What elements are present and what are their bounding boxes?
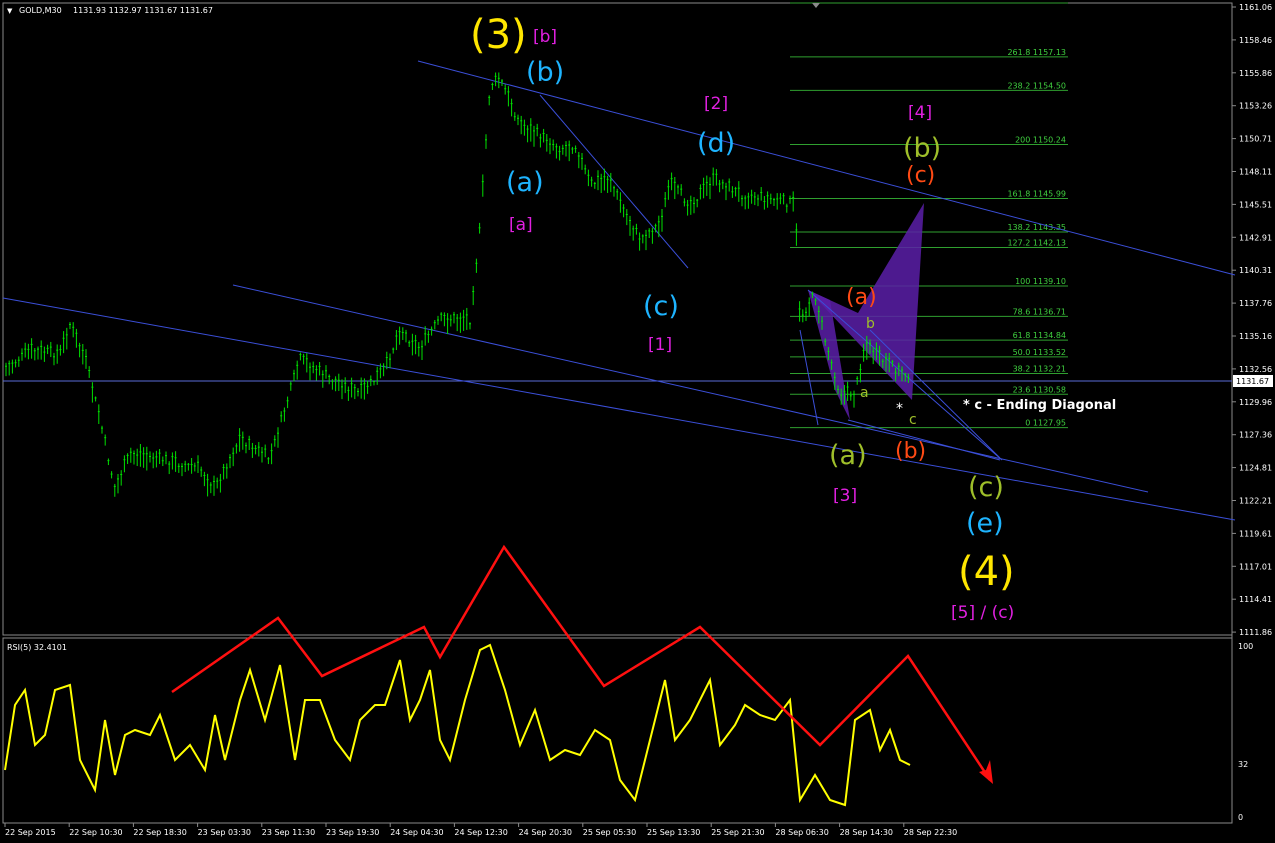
price-axis-label: 1155.86 xyxy=(1239,69,1272,78)
wave-c-small-label: c xyxy=(909,412,917,428)
fib-level-label: 38.2 1132.21 xyxy=(1013,365,1066,374)
time-axis: 22 Sep 2015 22 Sep 10:30 22 Sep 18:30 23 Se… xyxy=(4,823,957,837)
price-axis-label: 1119.61 xyxy=(1239,529,1272,538)
time-axis-label: 25 Sep 13:30 xyxy=(647,828,700,837)
time-axis-label: 22 Sep 2015 xyxy=(5,828,56,837)
wave-c-orange-label: (c) xyxy=(906,163,935,188)
fib-level-label: 23.6 1130.58 xyxy=(1013,385,1066,394)
wave-c-olive-label: (c) xyxy=(968,472,1004,503)
fib-level-label: 78.6 1136.71 xyxy=(1013,307,1066,316)
symbol-dropdown-icon[interactable]: ▼ xyxy=(7,7,13,15)
rsi-pane[interactable] xyxy=(2,637,1233,824)
fib-level-label: 200 1150.24 xyxy=(1015,135,1066,144)
fib-level-label: 0 1127.95 xyxy=(1025,419,1066,428)
fib-level-label: 161.8 1145.99 xyxy=(1007,189,1066,198)
price-axis-label: 1142.91 xyxy=(1239,233,1272,242)
fib-level-label: 100 1139.10 xyxy=(1015,277,1066,286)
wave-d-cyan-label: (d) xyxy=(697,128,735,159)
price-axis-label: 1153.26 xyxy=(1239,102,1272,111)
time-axis-label: 28 Sep 22:30 xyxy=(904,828,957,837)
rsi-axis-100: 100 xyxy=(1238,642,1253,651)
price-axis-label: 1145.51 xyxy=(1239,200,1272,209)
ohlc-readout: 1131.93 1132.97 1131.67 1131.67 xyxy=(73,6,213,15)
time-axis-label: 25 Sep 21:30 xyxy=(711,828,764,837)
rsi-axis-0: 0 xyxy=(1238,813,1243,822)
wave-b-olive-label: (b) xyxy=(903,133,941,164)
fib-level-label: 261.8 1157.13 xyxy=(1007,48,1066,57)
price-axis-label: 1148.11 xyxy=(1239,168,1272,177)
price-axis-label: 1135.16 xyxy=(1239,332,1272,341)
wave-b-small-label: b xyxy=(866,316,875,332)
price-axis-label: 1150.71 xyxy=(1239,135,1272,144)
time-axis-label: 22 Sep 10:30 xyxy=(69,828,122,837)
wave-star-label: * xyxy=(896,401,903,417)
wave-a-cyan-label: (a) xyxy=(506,167,544,198)
ending-diagonal-label: * c - Ending Diagonal xyxy=(963,398,1116,413)
wave-1-mag-label: [1] xyxy=(648,335,672,355)
wave-b-orange-label: (b) xyxy=(895,439,926,464)
fib-level-label: 61.8 1134.84 xyxy=(1013,331,1066,340)
price-axis-label: 1117.01 xyxy=(1239,562,1272,571)
price-axis-label: 1137.76 xyxy=(1239,299,1272,308)
time-axis-label: 24 Sep 04:30 xyxy=(390,828,443,837)
wave-b-cyan-label: (b) xyxy=(526,57,564,88)
fib-level-label: 138.2 1143.35 xyxy=(1007,223,1066,232)
time-axis-label: 25 Sep 05:30 xyxy=(583,828,636,837)
price-axis-label: 1124.81 xyxy=(1239,464,1272,473)
wave-3-label: (3) xyxy=(470,12,527,58)
symbol-title: GOLD,M30 xyxy=(19,6,62,15)
fib-level-label: 127.2 1142.13 xyxy=(1007,239,1066,248)
time-axis-label: 23 Sep 11:30 xyxy=(262,828,315,837)
price-axis-label: 1122.21 xyxy=(1239,497,1272,506)
time-axis-label: 22 Sep 18:30 xyxy=(133,828,186,837)
wave-3-mag-label: [3] xyxy=(833,486,857,506)
wave-4-mag-label: [4] xyxy=(908,103,932,123)
wave-5c-label: [5] / (c) xyxy=(951,603,1014,623)
wave-e-cyan-label: (e) xyxy=(966,508,1004,539)
price-axis-label: 1129.96 xyxy=(1239,398,1272,407)
price-axis-label: 1140.31 xyxy=(1239,266,1272,275)
price-axis-label: 1127.36 xyxy=(1239,431,1272,440)
current-price-value: 1131.67 xyxy=(1236,377,1269,386)
time-axis-label: 24 Sep 20:30 xyxy=(519,828,572,837)
time-axis-label: 23 Sep 03:30 xyxy=(198,828,251,837)
fib-level-label: 50.0 1133.52 xyxy=(1013,348,1066,357)
wave-4-label: (4) xyxy=(958,549,1015,595)
time-axis-label: 23 Sep 19:30 xyxy=(326,828,379,837)
price-axis-label: 1111.86 xyxy=(1239,628,1272,637)
wave-a-mag-label: [a] xyxy=(509,215,533,235)
price-chart-pane[interactable] xyxy=(2,2,1233,636)
time-axis-label: 24 Sep 12:30 xyxy=(454,828,507,837)
time-axis-label: 28 Sep 06:30 xyxy=(775,828,828,837)
rsi-axis-32: 32 xyxy=(1238,760,1248,769)
wave-a-olive-label: (a) xyxy=(829,440,867,471)
price-axis: 1161.06 1158.46 1155.86 1153.26 1150.71 1148.… xyxy=(1232,3,1272,637)
wave-a-orange-label: (a) xyxy=(846,285,877,310)
price-axis-label: 1132.56 xyxy=(1239,365,1272,374)
price-axis-label: 1114.41 xyxy=(1239,595,1272,604)
chart-window[interactable]: ▼ GOLD,M30 1131.93 1132.97 1131.67 1131.… xyxy=(0,0,1275,843)
rsi-title: RSI(5) 32.4101 xyxy=(7,643,67,652)
price-axis-label: 1158.46 xyxy=(1239,36,1272,45)
price-axis-label: 1161.06 xyxy=(1239,3,1272,12)
fib-level-label: 238.2 1154.50 xyxy=(1007,81,1066,90)
wave-b-top-label: [b] xyxy=(533,27,557,47)
wave-a-small-label: a xyxy=(860,385,869,401)
wave-2-mag-label: [2] xyxy=(704,94,728,114)
wave-c-cyan-label: (c) xyxy=(643,291,679,322)
time-axis-label: 28 Sep 14:30 xyxy=(840,828,893,837)
